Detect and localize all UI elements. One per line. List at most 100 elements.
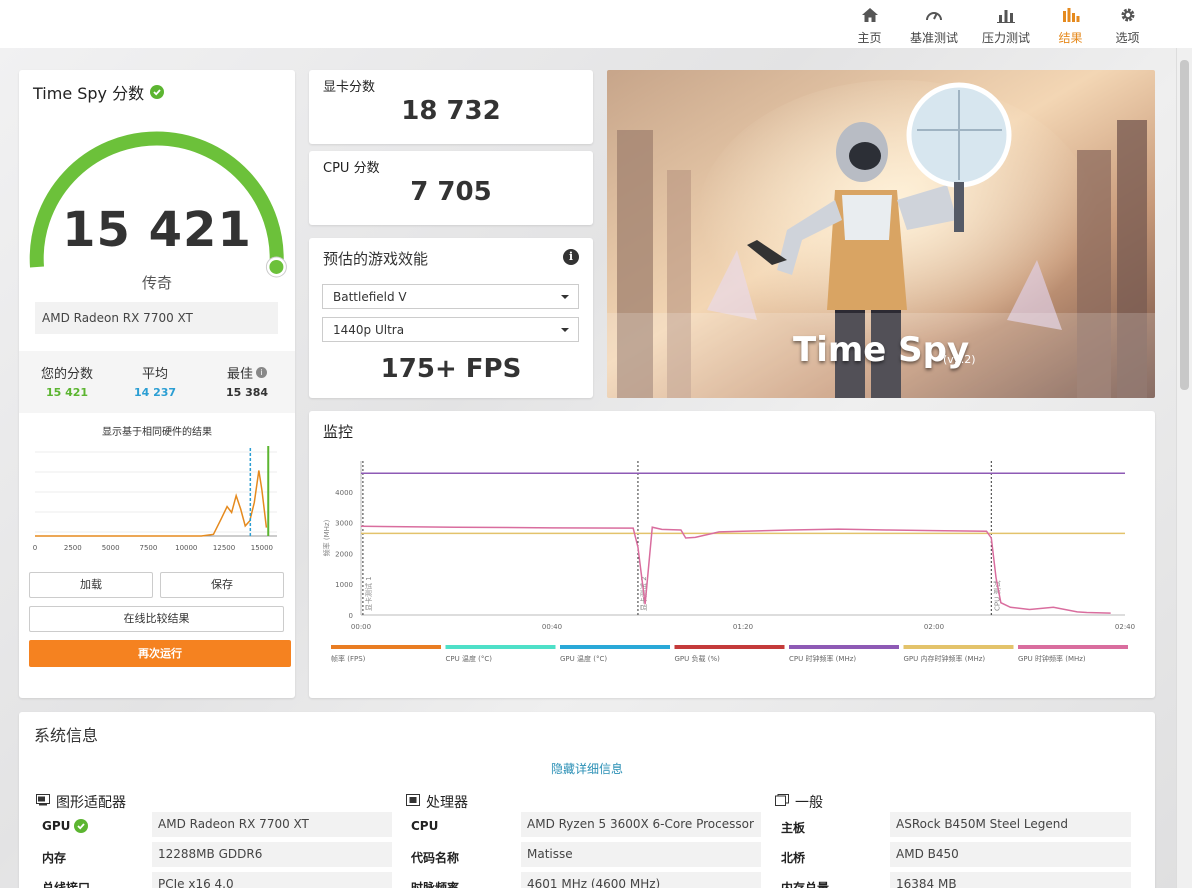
gear-icon	[1120, 5, 1136, 25]
total-memory-row-value: 16384 MB	[890, 872, 1131, 888]
mon-legend-label: 帧率 (FPS)	[331, 654, 366, 663]
memory-row-value: 12288MB GDDR6	[152, 842, 392, 867]
chevron-down-icon	[561, 295, 569, 299]
hist-tick-label: 2500	[64, 544, 82, 552]
results-icon	[1062, 5, 1080, 25]
cpu-section-header: 处理器	[406, 792, 468, 812]
nav-options-label: 选项	[1115, 31, 1140, 45]
hist-tick-label: 7500	[140, 544, 158, 552]
bus-row-label: 总线接口	[42, 881, 91, 888]
total-score: 15 421	[62, 202, 252, 258]
clock-row-value: 4601 MHz (4600 MHz)	[521, 872, 761, 888]
mon-x-tick-label: 00:00	[351, 623, 371, 631]
mon-x-tick-label: 01:20	[733, 623, 753, 631]
preset-select[interactable]: 1440p Ultra	[322, 317, 579, 342]
stat-best-value: 15 384	[225, 386, 269, 399]
mon-x-tick-label: 02:00	[924, 623, 944, 631]
score-rank: 传奇	[141, 274, 172, 292]
cpu-score-label: CPU 分数	[323, 161, 380, 176]
mon-legend-label: CPU 温度 (°C)	[446, 654, 493, 663]
mon-y-tick-label: 1000	[335, 581, 353, 589]
mon-y-tick-label: 0	[349, 612, 353, 620]
cpu-score-value: 7 705	[410, 177, 492, 207]
monitor-icon	[36, 794, 50, 810]
page-scrollbar[interactable]	[1176, 48, 1192, 888]
mon-legend-swatch	[331, 645, 441, 649]
home-icon	[861, 5, 879, 25]
game-select-value: Battlefield V	[333, 290, 407, 304]
stat-best-label: 最佳	[226, 367, 253, 382]
codename-row-value: Matisse	[521, 842, 761, 867]
mon-legend-swatch	[1018, 645, 1128, 649]
nav-options[interactable]: 选项	[1099, 0, 1156, 48]
hero-version: (v1.2)	[943, 353, 976, 366]
gpu-score-card: 显卡分数 18 732	[309, 70, 593, 144]
check-icon	[150, 85, 165, 99]
game-select[interactable]: Battlefield V	[322, 284, 579, 309]
memory-row-label: 内存	[42, 851, 67, 865]
nav-stress-label: 压力测试	[981, 31, 1030, 45]
mon-legend-swatch	[445, 645, 556, 649]
game-performance-card: 预估的游戏效能 i Battlefield V 1440p Ultra 175+…	[309, 238, 593, 398]
gpu-score-label: 显卡分数	[323, 80, 376, 95]
codename-row-label: 代码名称	[411, 851, 460, 865]
nav-benchmarks-label: 基准测试	[909, 31, 958, 45]
gpu-name-box: AMD Radeon RX 7700 XT	[35, 302, 278, 334]
cpu-icon	[406, 794, 420, 810]
nav-results[interactable]: 结果	[1042, 0, 1099, 48]
score-title: Time Spy 分数	[33, 84, 145, 103]
mon-test-marker-label: 显卡测试 1	[364, 576, 373, 611]
info-icon[interactable]: i	[563, 249, 579, 265]
stat-your-label: 您的分数	[40, 367, 93, 382]
motherboard-row-value: ASRock B450M Steel Legend	[890, 812, 1131, 837]
save-button[interactable]: 保存	[160, 572, 284, 598]
mon-y-tick-label: 4000	[335, 489, 353, 497]
total-memory-row-label: 内存总量	[781, 881, 830, 888]
general-section-header: 一般	[775, 792, 823, 812]
nav-stress-tests[interactable]: 压力测试	[970, 0, 1042, 48]
monitoring-title: 监控	[323, 423, 354, 441]
run-again-button[interactable]: 再次运行	[29, 640, 291, 667]
mon-x-tick-label: 02:40	[1115, 623, 1135, 631]
window-icon	[775, 794, 789, 810]
mon-y-tick-label: 2000	[335, 550, 353, 558]
hist-tick-label: 15000	[251, 544, 273, 552]
bar-chart-icon	[997, 5, 1015, 25]
mon-legend-label: GPU 时钟频率 (MHz)	[1018, 654, 1086, 663]
compare-online-button[interactable]: 在线比较结果	[29, 606, 284, 632]
check-icon	[74, 819, 89, 833]
scrollbar-thumb[interactable]	[1180, 60, 1189, 390]
chevron-down-icon	[561, 328, 569, 332]
cpu-section-title: 处理器	[426, 795, 468, 811]
mon-legend-label: CPU 时钟频率 (MHz)	[789, 654, 856, 663]
mon-y-tick-label: 3000	[335, 520, 353, 528]
stat-average-label: 平均	[141, 367, 168, 382]
gpu-row-label: GPU	[42, 819, 89, 833]
mon-legend-swatch	[674, 645, 785, 649]
load-button[interactable]: 加载	[29, 572, 153, 598]
stat-average: 平均 14 237	[125, 363, 185, 399]
stat-average-value: 14 237	[133, 386, 177, 399]
estimated-fps: 175+ FPS	[380, 354, 522, 384]
cpu-score-card: CPU 分数 7 705	[309, 151, 593, 225]
benchmark-hero-image: Time Spy (v1.2)	[607, 70, 1155, 398]
hide-details-link[interactable]: 隐藏详细信息	[19, 760, 1155, 777]
stat-best: 最佳 i 15 384	[213, 363, 281, 399]
system-info-title: 系统信息	[34, 726, 99, 745]
preset-select-value: 1440p Ultra	[333, 323, 405, 337]
hist-tick-label: 5000	[102, 544, 120, 552]
stat-best-label-row: 最佳 i	[213, 363, 281, 382]
stat-your-value: 15 421	[45, 386, 89, 399]
nav-home[interactable]: 主页	[841, 0, 898, 48]
gpu-section-title: 图形适配器	[56, 795, 126, 811]
clock-row-label: 时脉频率	[411, 881, 460, 888]
info-small-icon[interactable]: i	[256, 367, 267, 378]
general-section-title: 一般	[795, 795, 823, 811]
gauge-icon	[925, 5, 943, 25]
mon-legend-swatch	[789, 645, 899, 649]
game-performance-title: 预估的游戏效能	[323, 250, 429, 268]
nav-benchmarks[interactable]: 基准测试	[898, 0, 970, 48]
top-bar: 主页 基准测试 压力测试 结果 选项	[0, 0, 1192, 48]
northbridge-row-label: 北桥	[781, 851, 806, 865]
gpu-row-key: GPU	[42, 819, 71, 833]
